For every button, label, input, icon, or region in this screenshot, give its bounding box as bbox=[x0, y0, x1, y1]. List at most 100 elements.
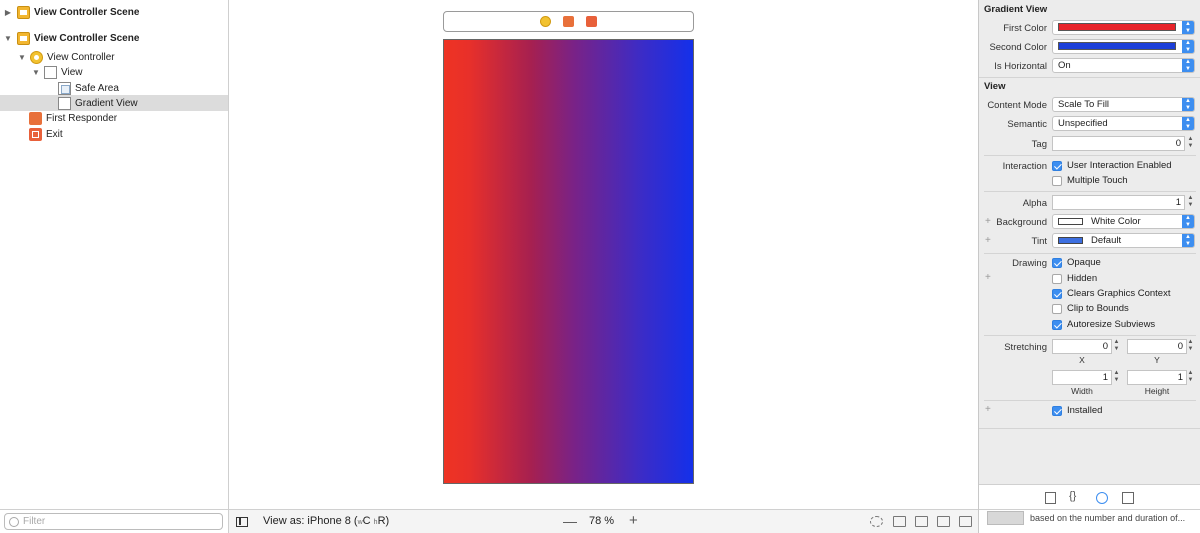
stack-icon[interactable] bbox=[893, 516, 906, 527]
stretch-x-field[interactable]: 0 bbox=[1052, 339, 1112, 354]
add-variation-icon[interactable]: + bbox=[985, 216, 991, 227]
gradient-view-preview[interactable] bbox=[443, 39, 694, 484]
checkbox-label: Hidden bbox=[1067, 273, 1098, 284]
multiple-touch-checkbox[interactable]: Multiple Touch bbox=[1052, 175, 1128, 186]
disclosure-down-icon[interactable]: ▼ bbox=[17, 53, 27, 62]
outline-item-label: View Controller bbox=[47, 51, 115, 63]
outline-item-exit[interactable]: Exit bbox=[0, 126, 228, 142]
content-mode-label: Content Mode bbox=[987, 100, 1047, 111]
outline-item-gradient-view[interactable]: Gradient View bbox=[0, 95, 228, 111]
view-controller-icon[interactable] bbox=[540, 16, 551, 27]
tag-label: Tag bbox=[1031, 139, 1047, 150]
clears-graphics-checkbox[interactable]: Clears Graphics Context bbox=[1052, 288, 1170, 299]
checkbox-checked-icon bbox=[1052, 288, 1062, 299]
code-snippet-icon[interactable]: {} bbox=[1069, 490, 1083, 502]
width-label: Width bbox=[1071, 386, 1093, 396]
library-list: based on the number and duration of... bbox=[979, 509, 1200, 533]
add-variation-icon[interactable]: + bbox=[985, 272, 991, 283]
outline-item-scene-2[interactable]: ▼ View Controller Scene bbox=[0, 30, 228, 46]
filter-input[interactable]: Filter bbox=[4, 513, 223, 530]
stretch-width-stepper[interactable]: ▲ ▼ bbox=[1112, 370, 1121, 385]
resolve-layout-icon[interactable] bbox=[959, 516, 972, 527]
section-divider bbox=[984, 155, 1196, 156]
outline-item-scene-1[interactable]: ▶ View Controller Scene bbox=[0, 4, 228, 20]
library-item-thumbnail[interactable] bbox=[987, 511, 1024, 525]
stretch-x-stepper[interactable]: ▲ ▼ bbox=[1112, 339, 1121, 354]
tint-value: Default bbox=[1091, 235, 1122, 246]
outline-item-label: Safe Area bbox=[75, 82, 119, 94]
add-variation-icon[interactable]: + bbox=[985, 404, 991, 415]
stretch-y-stepper[interactable]: ▲ ▼ bbox=[1186, 339, 1195, 354]
second-color-label: Second Color bbox=[989, 42, 1047, 53]
tag-stepper[interactable]: ▲ ▼ bbox=[1186, 136, 1195, 151]
section-divider bbox=[984, 400, 1196, 401]
first-color-label: First Color bbox=[1003, 23, 1047, 34]
zoom-in-button[interactable]: + bbox=[629, 512, 638, 529]
zoom-out-button[interactable]: — bbox=[563, 513, 577, 529]
outline-item-label: First Responder bbox=[46, 112, 118, 124]
checkbox-label: Opaque bbox=[1067, 257, 1101, 268]
outline-filter-bar: Filter bbox=[0, 509, 228, 533]
is-horizontal-value: On bbox=[1058, 60, 1071, 71]
disclosure-down-icon[interactable]: ▼ bbox=[31, 68, 41, 77]
update-frames-icon[interactable] bbox=[870, 516, 883, 527]
first-responder-icon[interactable] bbox=[563, 16, 574, 27]
view-controller-icon bbox=[30, 50, 43, 64]
view-as-label: View as: iPhone 8 bbox=[263, 515, 351, 527]
tint-popup[interactable]: Default ▲ ▼ bbox=[1052, 233, 1195, 248]
alpha-field[interactable]: 1 bbox=[1052, 195, 1185, 210]
disclosure-down-icon[interactable]: ▼ bbox=[3, 34, 13, 43]
outline-item-safe-area[interactable]: Safe Area bbox=[0, 80, 228, 96]
tag-field[interactable]: 0 bbox=[1052, 136, 1185, 151]
add-constraints-icon[interactable] bbox=[937, 516, 950, 527]
semantic-value: Unspecified bbox=[1058, 118, 1108, 129]
is-horizontal-popup[interactable]: On ▲ ▼ bbox=[1052, 58, 1195, 73]
checkbox-label: Clears Graphics Context bbox=[1067, 288, 1171, 299]
installed-checkbox[interactable]: Installed bbox=[1052, 405, 1102, 416]
exit-icon[interactable] bbox=[586, 16, 597, 27]
toggle-outline-icon[interactable] bbox=[236, 517, 248, 527]
media-library-icon[interactable] bbox=[1122, 492, 1134, 504]
stretch-y-field[interactable]: 0 bbox=[1127, 339, 1187, 354]
scene-icon bbox=[17, 5, 30, 19]
outline-item-label: View Controller Scene bbox=[34, 6, 140, 18]
align-icon[interactable] bbox=[915, 516, 928, 527]
stretch-height-stepper[interactable]: ▲ ▼ bbox=[1186, 370, 1195, 385]
scene-dock[interactable] bbox=[443, 11, 694, 32]
content-mode-popup[interactable]: Scale To Fill ▲ ▼ bbox=[1052, 97, 1195, 112]
outline-item-view-controller[interactable]: ▼ View Controller bbox=[0, 49, 228, 65]
first-color-popup[interactable]: ▲ ▼ bbox=[1052, 20, 1195, 35]
stretch-width-field[interactable]: 1 bbox=[1052, 370, 1112, 385]
add-variation-icon[interactable]: + bbox=[985, 235, 991, 246]
outline-item-first-responder[interactable]: First Responder bbox=[0, 110, 228, 126]
alpha-stepper[interactable]: ▲ ▼ bbox=[1186, 195, 1195, 210]
checkbox-checked-icon bbox=[1052, 257, 1062, 268]
outline-item-view[interactable]: ▼ View bbox=[0, 64, 228, 80]
zoom-level: 78 % bbox=[589, 515, 615, 527]
storyboard-canvas[interactable] bbox=[229, 0, 978, 509]
size-class-h-value: R bbox=[377, 515, 386, 527]
semantic-popup[interactable]: Unspecified ▲ ▼ bbox=[1052, 116, 1195, 131]
opaque-checkbox[interactable]: Opaque bbox=[1052, 257, 1101, 268]
drawing-label: Drawing bbox=[1012, 258, 1047, 269]
x-label: X bbox=[1079, 355, 1085, 365]
checkbox-checked-icon bbox=[1052, 160, 1062, 171]
second-color-popup[interactable]: ▲ ▼ bbox=[1052, 39, 1195, 54]
first-color-swatch bbox=[1058, 23, 1176, 31]
hidden-checkbox[interactable]: Hidden bbox=[1052, 273, 1097, 284]
popup-arrows-icon: ▲ ▼ bbox=[1182, 59, 1194, 72]
view-as-button[interactable]: View as: iPhone 8 (wC hR) bbox=[263, 515, 389, 527]
stretch-height-field[interactable]: 1 bbox=[1127, 370, 1187, 385]
checkbox-label: Clip to Bounds bbox=[1067, 303, 1129, 314]
clip-to-bounds-checkbox[interactable]: Clip to Bounds bbox=[1052, 303, 1129, 314]
file-template-icon[interactable] bbox=[1045, 492, 1056, 504]
exit-icon bbox=[29, 127, 42, 141]
section-divider bbox=[984, 253, 1196, 254]
background-popup[interactable]: White Color ▲ ▼ bbox=[1052, 214, 1195, 229]
user-interaction-checkbox[interactable]: User Interaction Enabled bbox=[1052, 160, 1172, 171]
autoresize-subviews-checkbox[interactable]: Autoresize Subviews bbox=[1052, 319, 1155, 330]
disclosure-right-icon[interactable]: ▶ bbox=[3, 8, 13, 17]
object-library-icon[interactable] bbox=[1096, 492, 1108, 504]
section-divider bbox=[984, 335, 1196, 336]
canvas-bottom-bar: View as: iPhone 8 (wC hR) — 78 % + bbox=[229, 509, 978, 533]
